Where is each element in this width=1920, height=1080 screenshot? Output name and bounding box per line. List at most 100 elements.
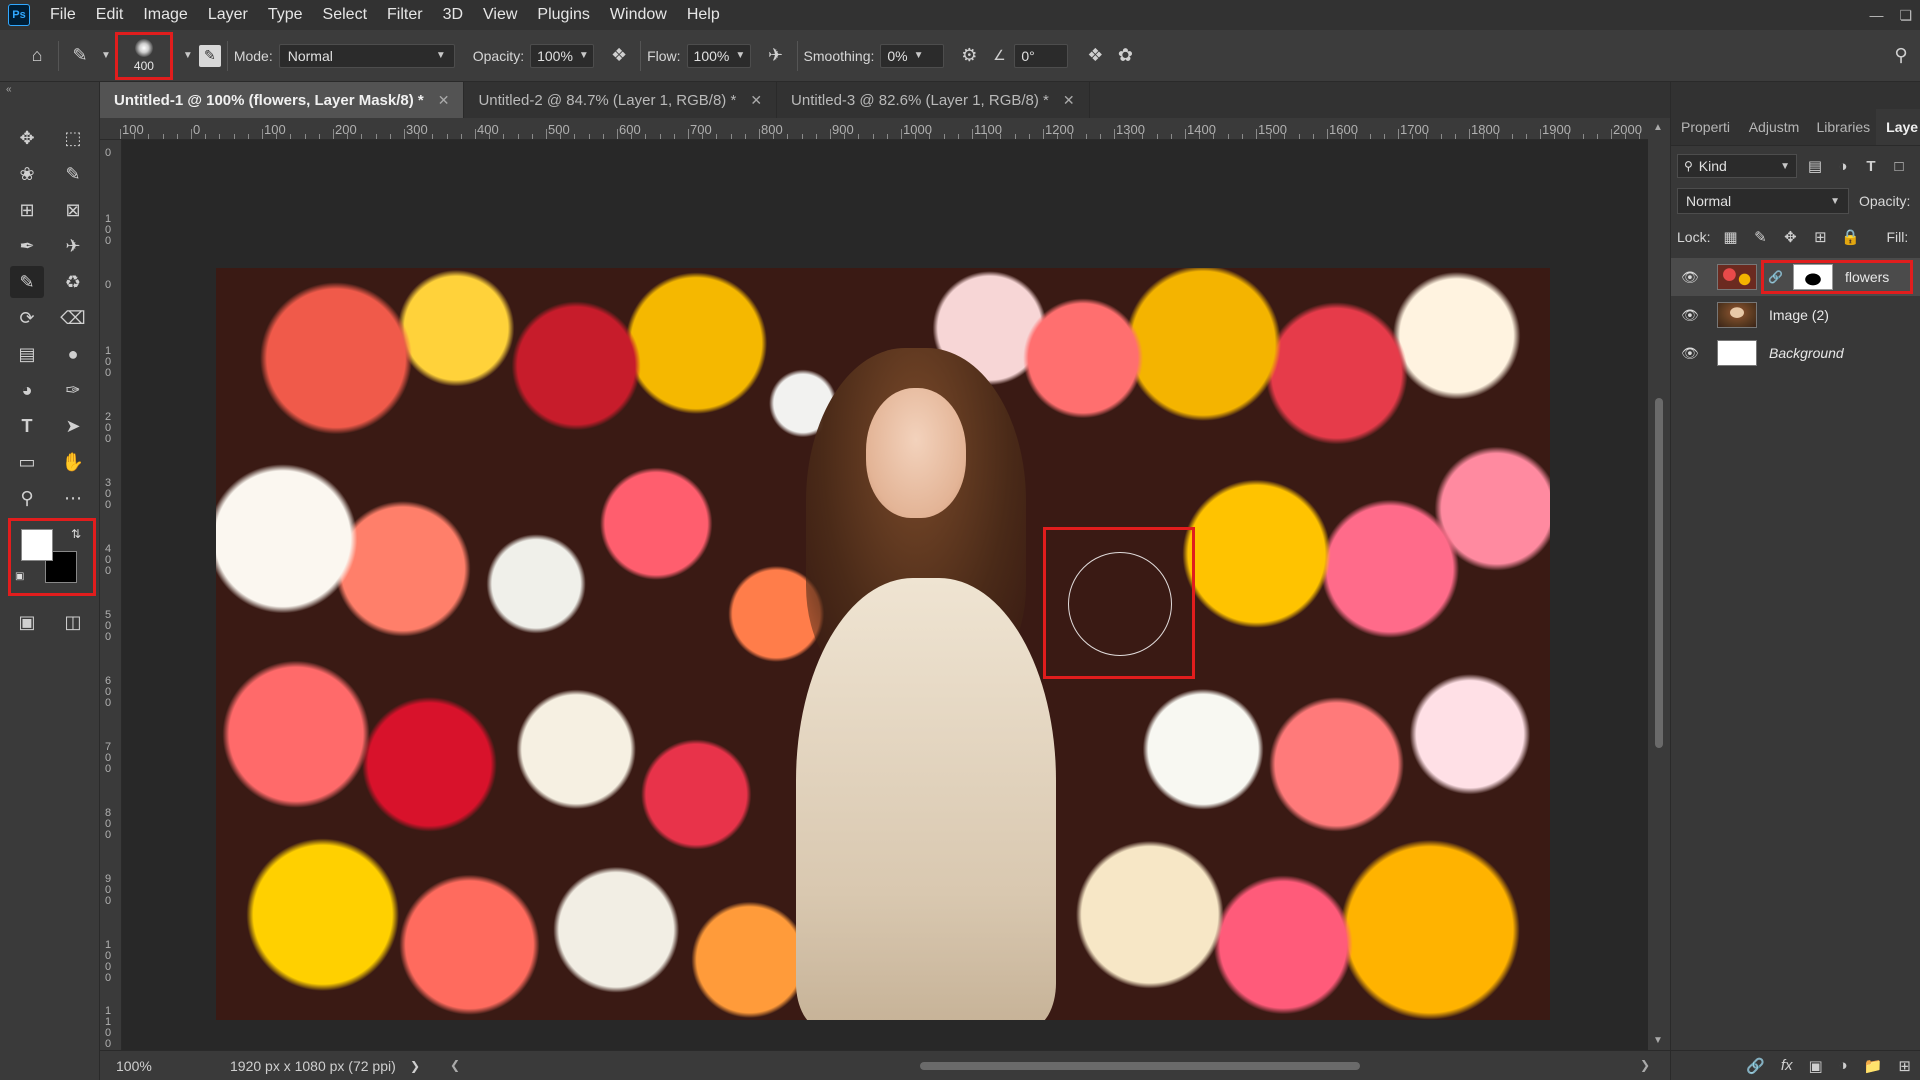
eye-icon[interactable]: 👁 <box>1681 269 1703 286</box>
opacity-input[interactable]: 100% ▼ <box>530 43 595 68</box>
menu-file[interactable]: File <box>40 0 86 30</box>
pen-tool-icon[interactable]: ✑ <box>56 374 90 406</box>
kind-filter-dropdown[interactable]: ⚲ Kind ▼ <box>1677 154 1797 178</box>
chevron-down-icon[interactable]: ▼ <box>579 50 589 61</box>
brush-tool-icon[interactable]: ✎ <box>65 41 95 71</box>
layer-background[interactable]: 👁 Background <box>1671 334 1920 372</box>
close-icon[interactable]: ✕ <box>750 92 762 109</box>
layer-name[interactable]: Image (2) <box>1769 307 1829 323</box>
airbrush-icon[interactable]: ✈ <box>761 41 791 71</box>
menu-help[interactable]: Help <box>677 0 730 30</box>
layer-thumbnail[interactable] <box>1717 264 1757 290</box>
pressure-size-icon[interactable]: ❖ <box>1080 41 1110 71</box>
minimize-icon[interactable]: — <box>1869 7 1883 23</box>
menu-edit[interactable]: Edit <box>86 0 134 30</box>
hand-tool-icon[interactable]: ✋ <box>56 446 90 478</box>
menu-3d[interactable]: 3D <box>433 0 473 30</box>
layer-thumbnail[interactable] <box>1717 340 1757 366</box>
frame-tool-icon[interactable]: ⊠ <box>56 194 90 226</box>
layer-name[interactable]: flowers <box>1845 269 1889 285</box>
smoothing-input[interactable]: 0% ▼ <box>880 43 945 68</box>
lock-pixels-icon[interactable]: ✎ <box>1750 228 1770 246</box>
brush-preset-picker[interactable]: 400 <box>114 31 173 80</box>
angle-input[interactable]: 0° <box>1014 43 1069 68</box>
lock-all-icon[interactable]: 🔒 <box>1840 228 1860 246</box>
menu-layer[interactable]: Layer <box>198 0 258 30</box>
gradient-tool-icon[interactable]: ▤ <box>10 338 44 370</box>
chevron-down-icon[interactable]: ▼ <box>735 50 745 61</box>
tab-layers[interactable]: Laye <box>1876 109 1920 145</box>
clone-stamp-tool-icon[interactable]: ♻ <box>56 266 90 298</box>
canvas-workspace[interactable] <box>122 140 1648 1050</box>
lock-artboard-icon[interactable]: ⊞ <box>1810 228 1830 246</box>
scroll-down-icon[interactable]: ▼ <box>1653 1035 1663 1046</box>
pixel-filter-icon[interactable]: ▤ <box>1805 157 1825 175</box>
tab-untitled-1[interactable]: Untitled-1 @ 100% (flowers, Layer Mask/8… <box>100 82 465 118</box>
layer-style-icon[interactable]: fx <box>1781 1057 1793 1074</box>
tab-adjustments[interactable]: Adjustm <box>1739 109 1807 145</box>
dodge-tool-icon[interactable]: ◕ <box>10 374 44 406</box>
type-tool-icon[interactable]: T <box>10 410 44 442</box>
type-filter-icon[interactable]: T <box>1861 158 1881 175</box>
lock-transparent-icon[interactable]: ▦ <box>1720 228 1740 246</box>
chevron-down-icon[interactable]: ▼ <box>914 50 924 61</box>
adjustment-layer-icon[interactable]: ◑ <box>1839 1057 1848 1074</box>
history-brush-tool-icon[interactable]: ⟳ <box>10 302 44 334</box>
collapse-icon[interactable]: « <box>6 84 12 95</box>
tab-properties[interactable]: Properti <box>1671 109 1739 145</box>
zoom-tool-icon[interactable]: ⚲ <box>10 482 44 514</box>
tab-untitled-3[interactable]: Untitled-3 @ 82.6% (Layer 1, RGB/8) * ✕ <box>777 82 1090 118</box>
new-layer-icon[interactable]: ⊞ <box>1898 1057 1911 1075</box>
layer-flowers[interactable]: 👁 🔗 flowers <box>1671 258 1920 296</box>
close-icon[interactable]: ✕ <box>1063 92 1075 109</box>
restore-icon[interactable]: ❏ <box>1899 7 1912 24</box>
blur-tool-icon[interactable]: ● <box>56 338 90 370</box>
close-icon[interactable]: ✕ <box>438 92 450 109</box>
zoom-level[interactable]: 100% <box>100 1058 170 1074</box>
eyedropper-tool-icon[interactable]: ✒ <box>10 230 44 262</box>
marquee-tool-icon[interactable]: ⬚ <box>56 122 90 154</box>
horizontal-scrollbar[interactable]: ❮ ❯ <box>450 1058 1650 1072</box>
crop-tool-icon[interactable]: ⊞ <box>10 194 44 226</box>
link-icon[interactable]: 🔗 <box>1768 270 1783 284</box>
scroll-up-icon[interactable]: ▲ <box>1653 122 1663 133</box>
scroll-left-icon[interactable]: ❮ <box>450 1058 460 1072</box>
lasso-tool-icon[interactable]: ❀ <box>10 158 44 190</box>
quick-mask-icon[interactable]: ▣ <box>10 606 44 638</box>
lock-position-icon[interactable]: ✥ <box>1780 228 1800 246</box>
screen-mode-icon[interactable]: ◫ <box>56 606 90 638</box>
layer-mask-thumbnail[interactable] <box>1792 264 1833 290</box>
swap-colors-icon[interactable]: ⇅ <box>71 527 81 541</box>
shape-filter-icon[interactable]: □ <box>1889 158 1909 175</box>
scroll-right-icon[interactable]: ❯ <box>1640 1058 1650 1072</box>
new-group-icon[interactable]: 📁 <box>1864 1057 1883 1075</box>
rectangle-tool-icon[interactable]: ▭ <box>10 446 44 478</box>
path-selection-tool-icon[interactable]: ➤ <box>56 410 90 442</box>
eye-icon[interactable]: 👁 <box>1681 307 1703 324</box>
link-layers-icon[interactable]: 🔗 <box>1746 1057 1765 1075</box>
mode-dropdown[interactable]: Normal ▼ <box>278 43 455 68</box>
menu-image[interactable]: Image <box>133 0 197 30</box>
chevron-down-icon[interactable]: ▼ <box>183 50 193 61</box>
healing-brush-tool-icon[interactable]: ✈ <box>56 230 90 262</box>
adjustment-filter-icon[interactable]: ◑ <box>1833 158 1853 175</box>
move-tool-icon[interactable]: ✥ <box>10 122 44 154</box>
layer-image-2[interactable]: 👁 Image (2) <box>1671 296 1920 334</box>
brush-tool-icon[interactable]: ✎ <box>10 266 44 298</box>
search-icon[interactable]: ⚲ <box>1886 41 1916 71</box>
vertical-scrollbar[interactable]: ▲ ▼ <box>1648 118 1670 1050</box>
symmetry-icon[interactable]: ✿ <box>1110 41 1140 71</box>
quick-selection-tool-icon[interactable]: ✎ <box>56 158 90 190</box>
tab-libraries[interactable]: Libraries <box>1806 109 1876 145</box>
menu-view[interactable]: View <box>473 0 527 30</box>
menu-plugins[interactable]: Plugins <box>527 0 599 30</box>
menu-type[interactable]: Type <box>258 0 313 30</box>
chevron-right-icon[interactable]: ❯ <box>410 1059 420 1073</box>
pressure-opacity-icon[interactable]: ❖ <box>604 41 634 71</box>
foreground-color-swatch[interactable] <box>21 529 53 561</box>
home-icon[interactable]: ⌂ <box>22 41 52 71</box>
blend-mode-dropdown[interactable]: Normal ▼ <box>1677 188 1849 214</box>
eye-icon[interactable]: 👁 <box>1681 345 1703 362</box>
layer-thumbnail[interactable] <box>1717 302 1757 328</box>
menu-window[interactable]: Window <box>600 0 677 30</box>
